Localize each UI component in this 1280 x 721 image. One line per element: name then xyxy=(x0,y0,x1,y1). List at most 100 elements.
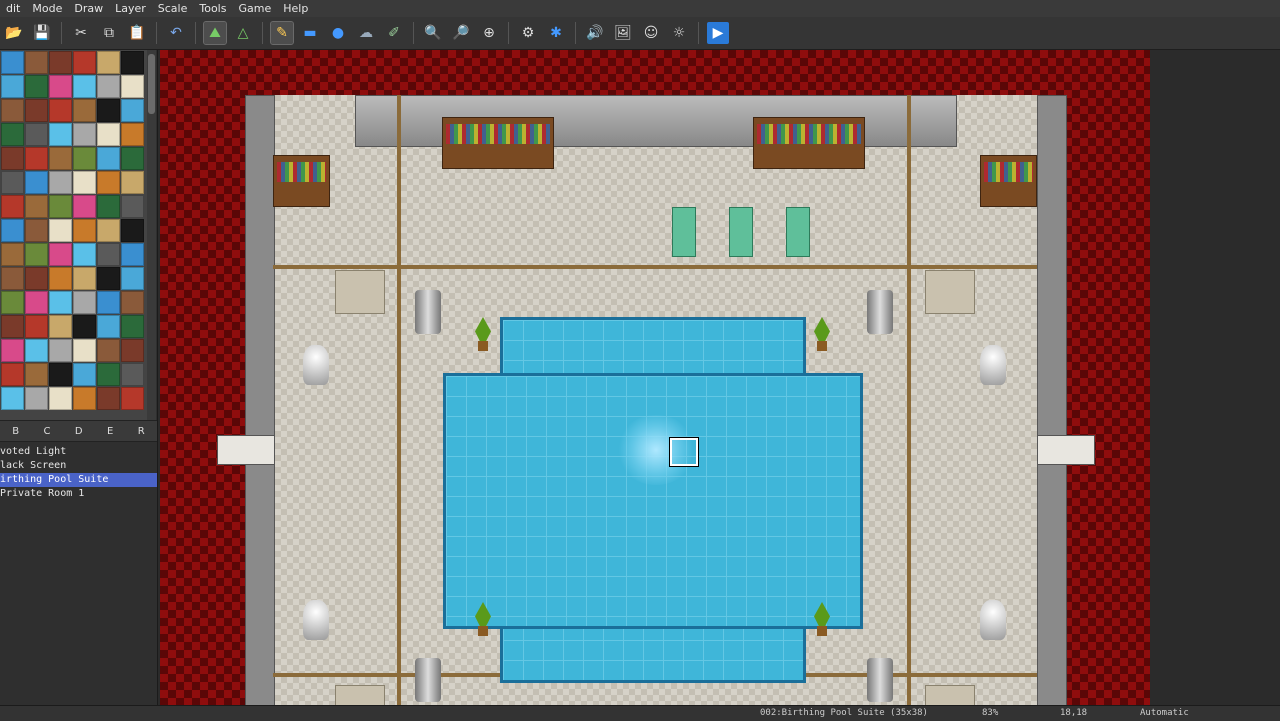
map-item[interactable]: voted Light xyxy=(0,445,157,459)
tile-swatch[interactable] xyxy=(73,75,96,98)
tile-swatch[interactable] xyxy=(49,291,72,314)
plugin-icon[interactable]: ✱ xyxy=(545,22,567,44)
tile-swatch[interactable] xyxy=(121,291,144,314)
tile-swatch[interactable] xyxy=(121,75,144,98)
tile-swatch[interactable] xyxy=(73,315,96,338)
tile-swatch[interactable] xyxy=(25,267,48,290)
tile-swatch[interactable] xyxy=(1,291,24,314)
tile-swatch[interactable] xyxy=(73,147,96,170)
tab-e[interactable]: E xyxy=(107,426,113,437)
tile-swatch[interactable] xyxy=(49,147,72,170)
database-icon[interactable]: ⚙ xyxy=(517,22,539,44)
tile-swatch[interactable] xyxy=(25,243,48,266)
tile-swatch[interactable] xyxy=(97,363,120,386)
tile-swatch[interactable] xyxy=(97,99,120,122)
tile-swatch[interactable] xyxy=(25,171,48,194)
playtest-icon[interactable]: ▶ xyxy=(707,22,729,44)
tile-swatch[interactable] xyxy=(97,291,120,314)
tile-swatch[interactable] xyxy=(73,339,96,362)
tile-swatch[interactable] xyxy=(121,219,144,242)
menu-game[interactable]: Game xyxy=(232,2,277,15)
map-mode-icon[interactable]: ⛰ xyxy=(203,21,227,45)
tile-swatch[interactable] xyxy=(49,363,72,386)
palette-scrollbar[interactable] xyxy=(147,50,156,420)
tile-swatch[interactable] xyxy=(97,339,120,362)
tile-swatch[interactable] xyxy=(25,291,48,314)
tab-b[interactable]: B xyxy=(12,426,19,437)
tile-swatch[interactable] xyxy=(49,243,72,266)
tile-swatch[interactable] xyxy=(25,363,48,386)
tile-swatch[interactable] xyxy=(49,171,72,194)
tile-swatch[interactable] xyxy=(49,75,72,98)
open-icon[interactable]: 📂 xyxy=(3,22,25,44)
tab-c[interactable]: C xyxy=(44,426,51,437)
tile-swatch[interactable] xyxy=(121,243,144,266)
menu-mode[interactable]: Mode xyxy=(26,2,68,15)
tile-swatch[interactable] xyxy=(49,195,72,218)
menu-scale[interactable]: Scale xyxy=(152,2,194,15)
tile-swatch[interactable] xyxy=(73,291,96,314)
undo-icon[interactable]: ↶ xyxy=(165,22,187,44)
tile-swatch[interactable] xyxy=(121,315,144,338)
tile-swatch[interactable] xyxy=(121,51,144,74)
tile-swatch[interactable] xyxy=(25,315,48,338)
menu-layer[interactable]: Layer xyxy=(109,2,152,15)
tile-swatch[interactable] xyxy=(97,123,120,146)
resource-icon[interactable]: 🖼 xyxy=(612,22,634,44)
tile-swatch[interactable] xyxy=(1,51,24,74)
tile-swatch[interactable] xyxy=(97,387,120,410)
tile-swatch[interactable] xyxy=(1,219,24,242)
zoom-out-icon[interactable]: 🔎 xyxy=(450,22,472,44)
copy-icon[interactable]: ⧉ xyxy=(98,22,120,44)
pencil-icon[interactable]: ✎ xyxy=(270,21,294,45)
tile-swatch[interactable] xyxy=(97,171,120,194)
tile-swatch[interactable] xyxy=(121,387,144,410)
sound-icon[interactable]: 🔊 xyxy=(584,22,606,44)
tile-swatch[interactable] xyxy=(1,147,24,170)
tile-swatch[interactable] xyxy=(97,315,120,338)
tile-swatch[interactable] xyxy=(1,387,24,410)
tile-swatch[interactable] xyxy=(25,99,48,122)
tile-swatch[interactable] xyxy=(25,75,48,98)
tile-swatch[interactable] xyxy=(1,123,24,146)
tile-swatch[interactable] xyxy=(1,339,24,362)
tile-swatch[interactable] xyxy=(121,267,144,290)
tile-swatch[interactable] xyxy=(73,123,96,146)
shadow-pen-icon[interactable]: ✐ xyxy=(383,22,405,44)
tile-swatch[interactable] xyxy=(49,51,72,74)
tile-swatch[interactable] xyxy=(1,171,24,194)
tab-d[interactable]: D xyxy=(75,426,83,437)
tile-swatch[interactable] xyxy=(73,171,96,194)
save-icon[interactable]: 💾 xyxy=(31,22,53,44)
event-mode-icon[interactable]: △ xyxy=(232,22,254,44)
tile-swatch[interactable] xyxy=(1,75,24,98)
tile-swatch[interactable] xyxy=(25,147,48,170)
search-icon[interactable]: ☼ xyxy=(668,22,690,44)
tile-swatch[interactable] xyxy=(73,243,96,266)
fill-icon[interactable]: ☁ xyxy=(355,22,377,44)
tile-swatch[interactable] xyxy=(97,243,120,266)
tile-swatch[interactable] xyxy=(49,123,72,146)
tile-swatch[interactable] xyxy=(97,147,120,170)
tile-swatch[interactable] xyxy=(73,267,96,290)
tile-swatch[interactable] xyxy=(73,387,96,410)
cut-icon[interactable]: ✂ xyxy=(70,22,92,44)
tile-swatch[interactable] xyxy=(49,99,72,122)
map-item-selected[interactable]: irthing Pool Suite xyxy=(0,473,157,487)
tile-swatch[interactable] xyxy=(121,363,144,386)
tile-swatch[interactable] xyxy=(97,267,120,290)
tile-swatch[interactable] xyxy=(25,51,48,74)
tile-swatch[interactable] xyxy=(49,267,72,290)
tile-swatch[interactable] xyxy=(97,75,120,98)
tile-swatch[interactable] xyxy=(73,219,96,242)
scrollbar-thumb[interactable] xyxy=(148,54,155,114)
map-item[interactable]: lack Screen xyxy=(0,459,157,473)
tile-swatch[interactable] xyxy=(25,387,48,410)
tile-swatch[interactable] xyxy=(25,195,48,218)
tile-swatch[interactable] xyxy=(25,219,48,242)
zoom-actual-icon[interactable]: ⊕ xyxy=(478,22,500,44)
tile-swatch[interactable] xyxy=(97,219,120,242)
tile-swatch[interactable] xyxy=(121,99,144,122)
map-item[interactable]: Private Room 1 xyxy=(0,487,157,501)
menu-tools[interactable]: Tools xyxy=(193,2,232,15)
